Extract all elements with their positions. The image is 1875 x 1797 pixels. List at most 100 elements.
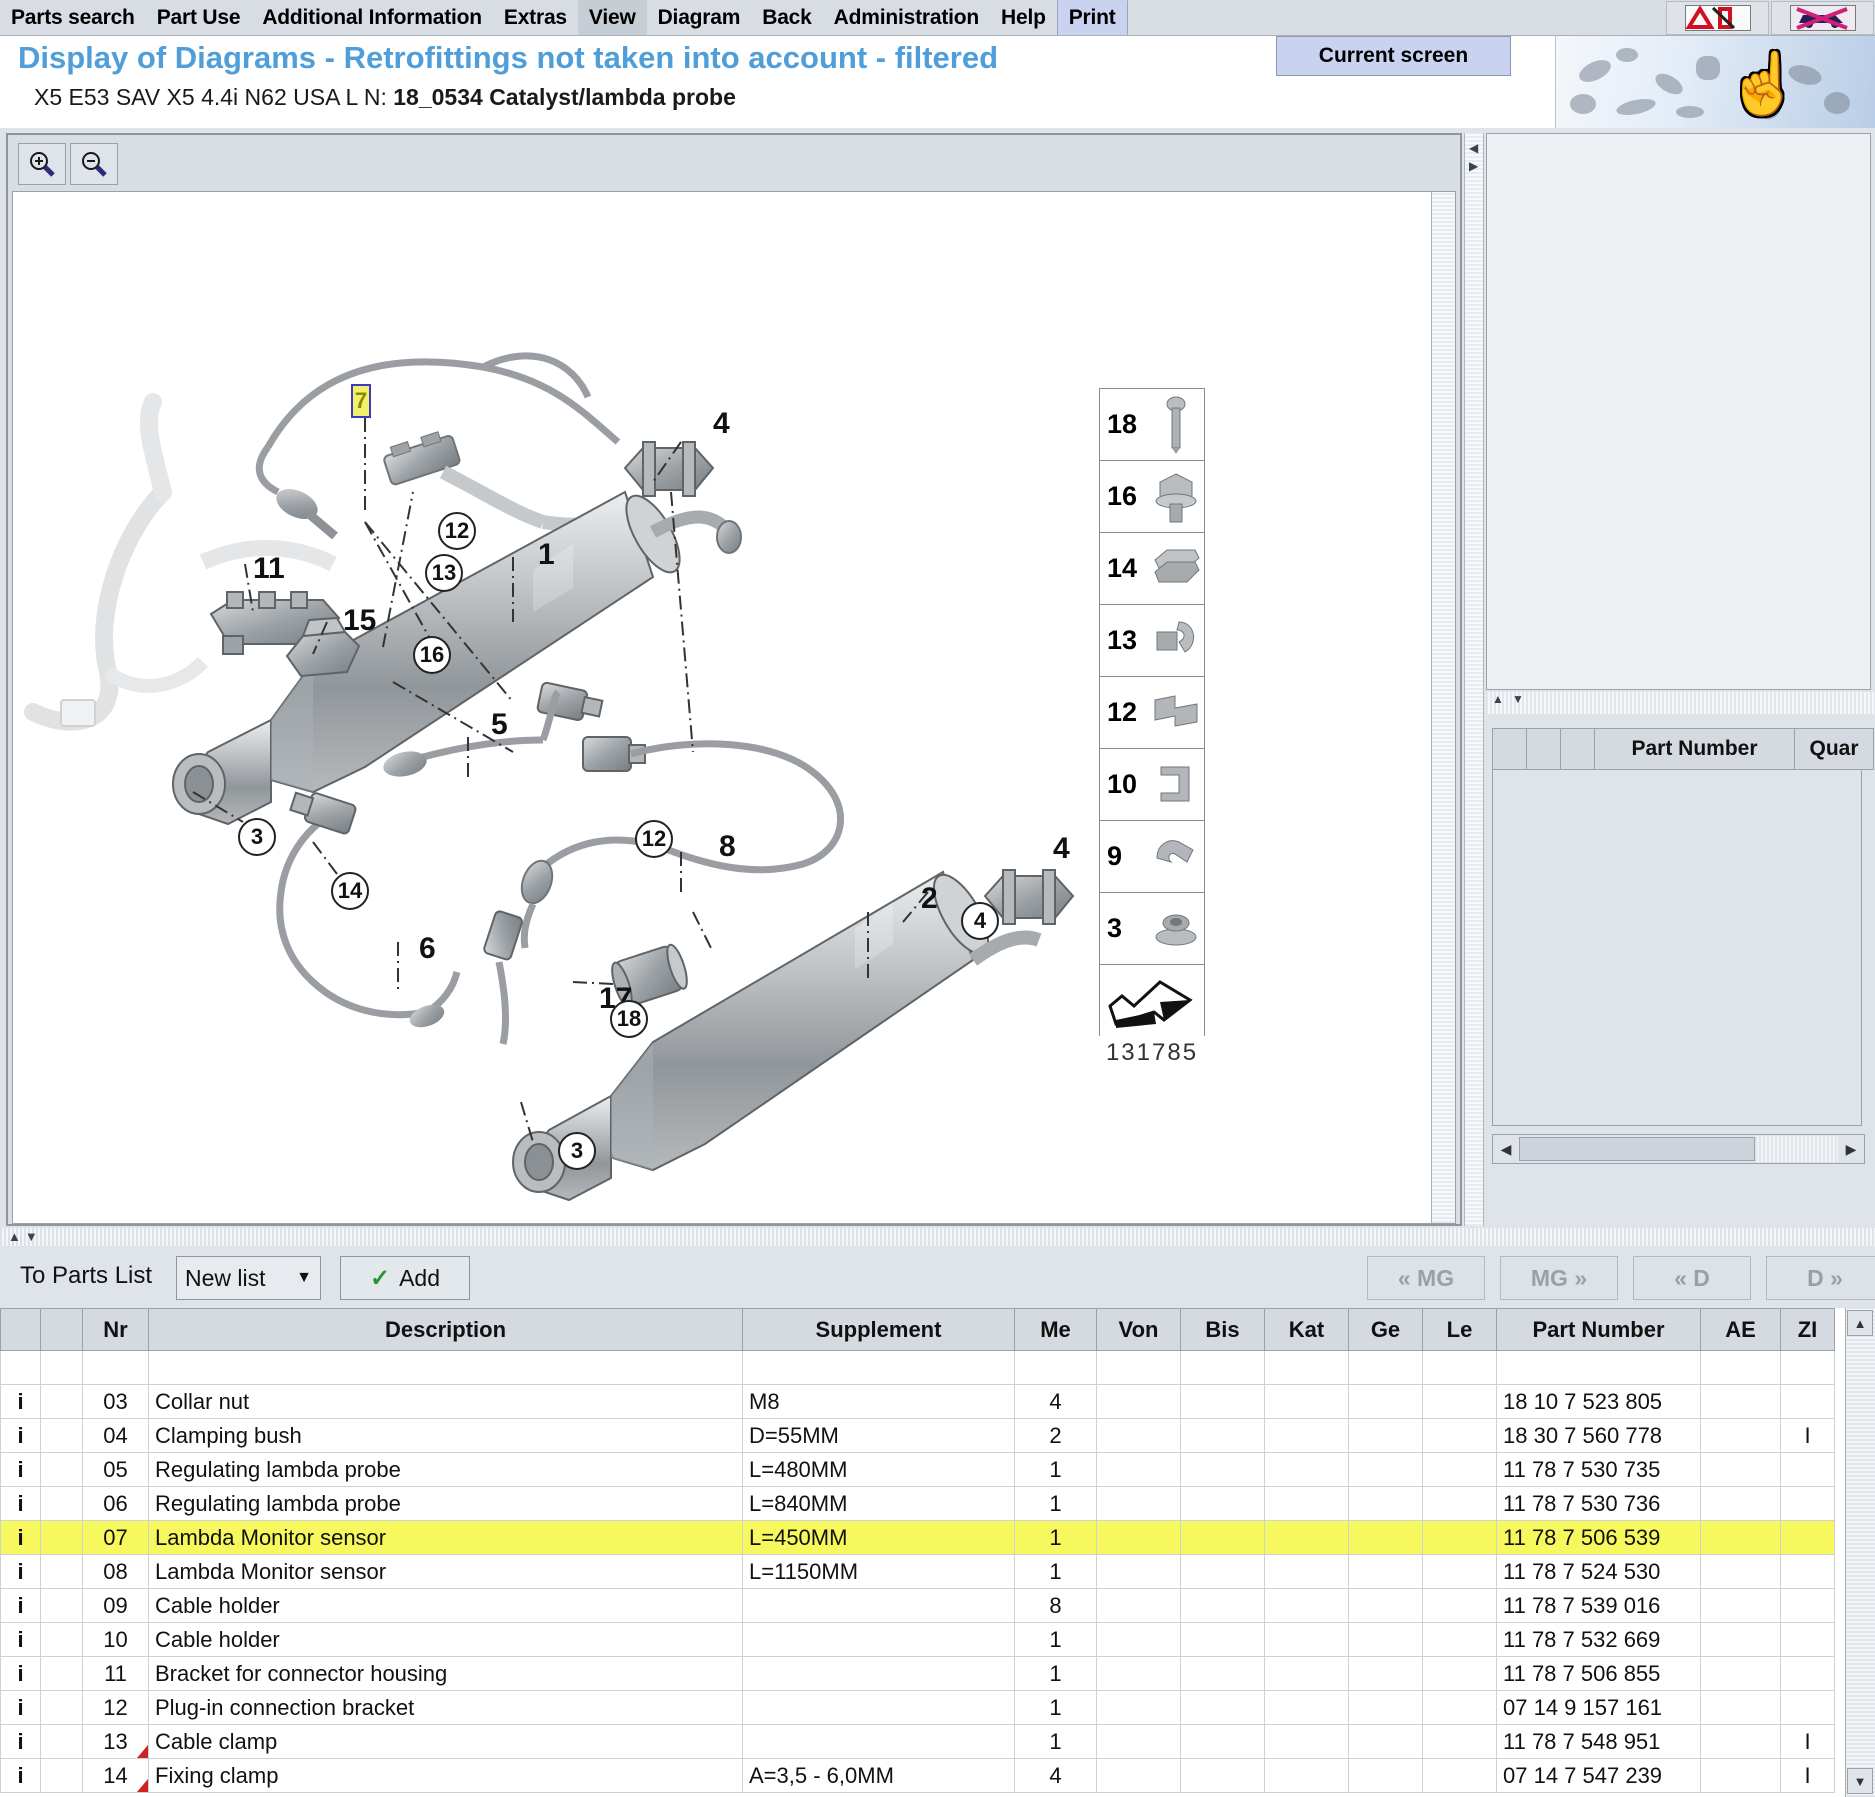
cell-ge: [1348, 1418, 1423, 1453]
table-scroll-down-arrow[interactable]: ▼: [1847, 1768, 1873, 1794]
info-icon[interactable]: i: [0, 1384, 41, 1419]
table-row[interactable]: i 13 Cable clamp 1 11 78 7 548 951 I: [0, 1724, 1835, 1759]
menu-item-print[interactable]: Print: [1056, 0, 1128, 35]
menu-item-parts-search[interactable]: Parts search: [0, 0, 146, 35]
info-icon[interactable]: i: [0, 1452, 41, 1487]
diagram-circle-16: 16: [413, 636, 451, 674]
cell-bis: [1180, 1724, 1265, 1759]
table-row[interactable]: i 06 Regulating lambda probe L=840MM 1 11 78 …: [0, 1486, 1835, 1521]
th-ae[interactable]: AE: [1700, 1308, 1781, 1351]
table-scroll-up-arrow[interactable]: ▲: [1847, 1310, 1873, 1336]
menu-item-back[interactable]: Back: [751, 0, 822, 35]
vertical-split-divider[interactable]: ◀ ▶: [1464, 133, 1484, 1226]
info-icon[interactable]: i: [0, 1758, 41, 1793]
next-mg-button[interactable]: MG »: [1500, 1256, 1618, 1300]
menu-item-administration[interactable]: Administration: [823, 0, 990, 35]
table-row[interactable]: i 12 Plug-in connection bracket 1 07 14 9 15…: [0, 1690, 1835, 1725]
right-panel-split-divider[interactable]: ▲ ▼: [1486, 692, 1875, 714]
table-row[interactable]: i 03 Collar nut M8 4 18 10 7 523 805: [0, 1384, 1835, 1419]
right-col-1[interactable]: [1526, 728, 1560, 770]
th-supplement[interactable]: Supplement: [742, 1308, 1015, 1351]
info-icon[interactable]: i: [0, 1622, 41, 1657]
diagram-callout-4a: 4: [713, 407, 730, 440]
menu-item-view[interactable]: View: [577, 0, 647, 35]
table-row[interactable]: i 10 Cable holder 1 11 78 7 532 669: [0, 1622, 1835, 1657]
legend-item-16: 16: [1099, 460, 1205, 532]
right-col-2[interactable]: [1560, 728, 1594, 770]
diagram-callout-7-selected[interactable]: 7: [351, 384, 371, 418]
info-icon[interactable]: i: [0, 1486, 41, 1521]
th-me[interactable]: Me: [1014, 1308, 1097, 1351]
th-info[interactable]: [0, 1308, 41, 1351]
info-icon[interactable]: i: [0, 1554, 41, 1589]
legend-number: 16: [1107, 481, 1138, 511]
info-icon[interactable]: i: [0, 1656, 41, 1691]
menu-item-extras[interactable]: Extras: [493, 0, 578, 35]
print-menu-item-current-screen[interactable]: Current screen: [1276, 36, 1511, 76]
th-part-number[interactable]: Part Number: [1496, 1308, 1701, 1351]
next-d-button[interactable]: D »: [1766, 1256, 1875, 1300]
split-collapse-right-arrow[interactable]: ▶: [1469, 160, 1478, 172]
cell-zi: I: [1780, 1418, 1835, 1453]
cell-bis: [1180, 1554, 1265, 1589]
diagram-vertical-scrollbar[interactable]: [1431, 192, 1455, 1223]
cell-me: 4: [1014, 1758, 1097, 1793]
add-button[interactable]: ✓ Add: [340, 1256, 470, 1300]
th-ge[interactable]: Ge: [1348, 1308, 1423, 1351]
th-kat[interactable]: Kat: [1264, 1308, 1349, 1351]
table-row[interactable]: i 09 Cable holder 8 11 78 7 539 016: [0, 1588, 1835, 1623]
info-icon[interactable]: i: [0, 1690, 41, 1725]
right-split-down-arrow[interactable]: ▼: [1512, 693, 1524, 705]
table-row[interactable]: i 07 Lambda Monitor sensor L=450MM 1 11 78 7 …: [0, 1520, 1835, 1555]
th-le[interactable]: Le: [1422, 1308, 1497, 1351]
th-blank[interactable]: [40, 1308, 83, 1351]
right-col-quantity[interactable]: Quar: [1794, 728, 1874, 770]
info-icon[interactable]: i: [0, 1724, 41, 1759]
table-row[interactable]: i 05 Regulating lambda probe L=480MM 1 11 78 …: [0, 1452, 1835, 1487]
right-table-body[interactable]: [1492, 770, 1862, 1126]
right-col-part-number[interactable]: Part Number: [1594, 728, 1794, 770]
parts-table-container[interactable]: Nr Description Supplement Me Von Bis Kat…: [0, 1308, 1875, 1797]
table-row[interactable]: [0, 1350, 1835, 1385]
zoom-in-button[interactable]: [18, 143, 66, 185]
menu-item-diagram[interactable]: Diagram: [647, 0, 752, 35]
th-von[interactable]: Von: [1096, 1308, 1181, 1351]
info-icon[interactable]: i: [0, 1418, 41, 1453]
info-icon[interactable]: i: [0, 1520, 41, 1555]
menu-item-part-use[interactable]: Part Use: [146, 0, 252, 35]
menu-item-help[interactable]: Help: [990, 0, 1057, 35]
no-vehicle-button[interactable]: [1771, 1, 1874, 35]
prev-mg-button[interactable]: « MG: [1367, 1256, 1485, 1300]
cell-nr: 09: [82, 1588, 149, 1623]
prev-d-button[interactable]: « D: [1633, 1256, 1751, 1300]
cell-ae: [1700, 1452, 1781, 1487]
horizontal-split-arrows[interactable]: ▲▼: [8, 1229, 42, 1244]
parts-table-vertical-scrollbar[interactable]: ▲ ▼: [1845, 1308, 1875, 1797]
th-nr[interactable]: Nr: [82, 1308, 149, 1351]
parts-list-selector[interactable]: New list ▼: [176, 1256, 321, 1300]
diagram-canvas[interactable]: 7 4 1 11 15 5 8 6 2 4 17 12 13 16 3 14 1…: [12, 191, 1456, 1224]
right-split-up-arrow[interactable]: ▲: [1492, 693, 1504, 705]
info-icon[interactable]: [0, 1350, 41, 1385]
table-row[interactable]: i 11 Bracket for connector housing 1 11 78 7…: [0, 1656, 1835, 1691]
horizontal-split-divider[interactable]: ▲▼: [0, 1228, 1875, 1246]
a-warning-button[interactable]: [1666, 1, 1769, 35]
zoom-out-button[interactable]: [70, 143, 118, 185]
right-scroll-thumb[interactable]: [1519, 1137, 1755, 1161]
th-bis[interactable]: Bis: [1180, 1308, 1265, 1351]
split-collapse-left-arrow[interactable]: ◀: [1469, 142, 1478, 154]
cell-ae: [1700, 1690, 1781, 1725]
right-scroll-left-arrow[interactable]: ◀: [1493, 1136, 1519, 1162]
table-row[interactable]: i 04 Clamping bush D=55MM 2 18 30 7 560 778 I: [0, 1418, 1835, 1453]
menu-item-additional-information[interactable]: Additional Information: [251, 0, 493, 35]
right-col-0[interactable]: [1492, 728, 1526, 770]
info-icon[interactable]: i: [0, 1588, 41, 1623]
th-description[interactable]: Description: [148, 1308, 743, 1351]
right-horizontal-scrollbar[interactable]: ◀ ▶: [1492, 1134, 1865, 1164]
legend-item-direction: [1099, 964, 1205, 1036]
right-scroll-right-arrow[interactable]: ▶: [1838, 1136, 1864, 1162]
table-row[interactable]: i 08 Lambda Monitor sensor L=1150MM 1 11 78 7…: [0, 1554, 1835, 1589]
table-row[interactable]: i 14 Fixing clamp A=3,5 - 6,0MM 4 07 14 7 547…: [0, 1758, 1835, 1793]
th-zi[interactable]: ZI: [1780, 1308, 1835, 1351]
right-scroll-track[interactable]: [1755, 1136, 1838, 1162]
